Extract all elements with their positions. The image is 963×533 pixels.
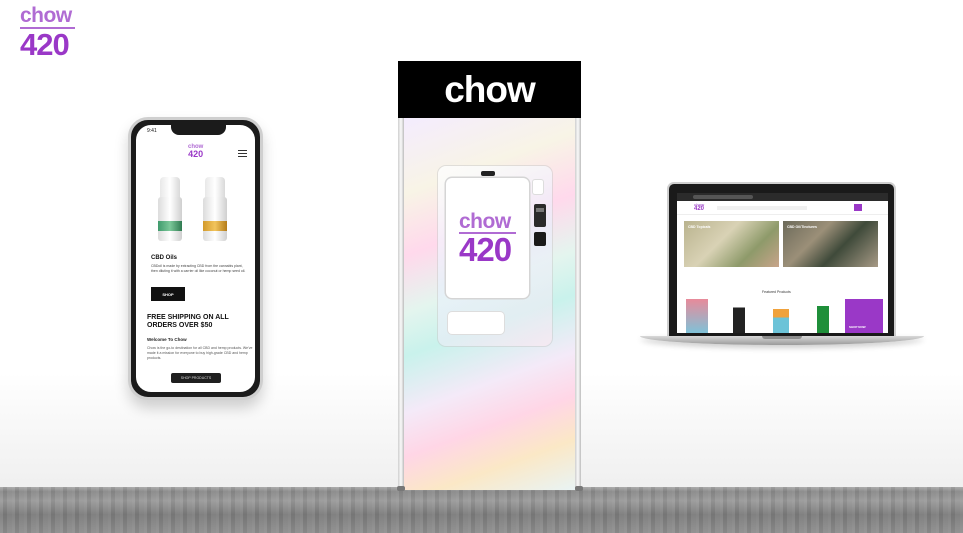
shipping-headline: FREE SHIPPING ON ALL ORDERS OVER $50 [147,314,229,330]
phone-logo[interactable]: chow 420 [188,144,204,160]
product-card[interactable] [817,299,829,333]
product-card[interactable] [733,299,745,333]
cbd-bottle-image [203,177,227,241]
hamburger-menu-icon[interactable] [238,150,247,157]
category-tile-oils[interactable]: CBD Oil/Tinctures [783,221,878,267]
product-card[interactable] [686,299,708,333]
kiosk-foot [575,486,583,491]
shop-products-button[interactable]: SHOP PRODUCTS [171,373,221,383]
kiosk-logo-word: chow [459,210,511,233]
card-reader[interactable] [534,204,546,227]
camera-icon [481,171,495,176]
search-input[interactable] [717,206,807,210]
kiosk-rail-left [398,118,404,488]
logo-wordmark: chow [20,4,72,27]
kiosk-header-wordmark: chow [444,68,536,110]
welcome-heading: Welcome To Chow [147,337,187,342]
laptop-mockup: chow 420 CBD Topicals CBD Oil/Tinctures … [667,182,896,337]
phone-logo-number: 420 [188,149,204,160]
category-tile-topicals[interactable]: CBD Topicals [684,221,779,267]
kiosk-header: chow [398,61,581,118]
site-logo-number: 420 [694,205,705,212]
kiosk-screen-logo: chow 420 [459,210,516,269]
chow420-logo: chow 420 [20,4,75,62]
product-title: CBD Oils [151,255,178,261]
dispense-slot[interactable] [448,312,504,334]
shop-button[interactable]: SHOP [151,287,185,301]
featured-products-heading: Featured Products [762,290,791,294]
kiosk-foot [397,486,405,491]
status-time: 9:41 [147,128,157,134]
welcome-text: Chow is the go-to destination for all CB… [147,346,253,360]
promo-card[interactable]: SHOP NOW [845,299,883,333]
browser-tabbar [677,193,888,201]
concrete-floor [0,487,963,533]
phone-mockup: 9:41 chow 420 CBD Oils CBDoil is made by… [128,117,263,400]
kiosk-logo-number: 420 [459,231,512,269]
phone-notch [171,125,226,135]
tile-label: CBD Topicals [688,225,711,229]
id-scanner[interactable] [534,232,546,246]
product-description: CBDoil is made by extracting CBD from th… [151,264,246,273]
laptop-screen: chow 420 CBD Topicals CBD Oil/Tinctures … [677,193,888,333]
scanner-icon [533,180,543,194]
logo-number: 420 [20,26,70,62]
cart-icon[interactable] [854,204,862,211]
product-card[interactable] [773,299,789,333]
phone-screen: 9:41 chow 420 CBD Oils CBDoil is made by… [136,125,255,392]
kiosk-rail-right [575,118,581,488]
tile-label: CBD Oil/Tinctures [787,225,817,229]
cbd-bottle-image [158,177,182,241]
site-logo[interactable]: chow 420 [694,203,704,212]
site-navbar: chow 420 [677,201,888,215]
promo-label: SHOP NOW [849,325,866,329]
